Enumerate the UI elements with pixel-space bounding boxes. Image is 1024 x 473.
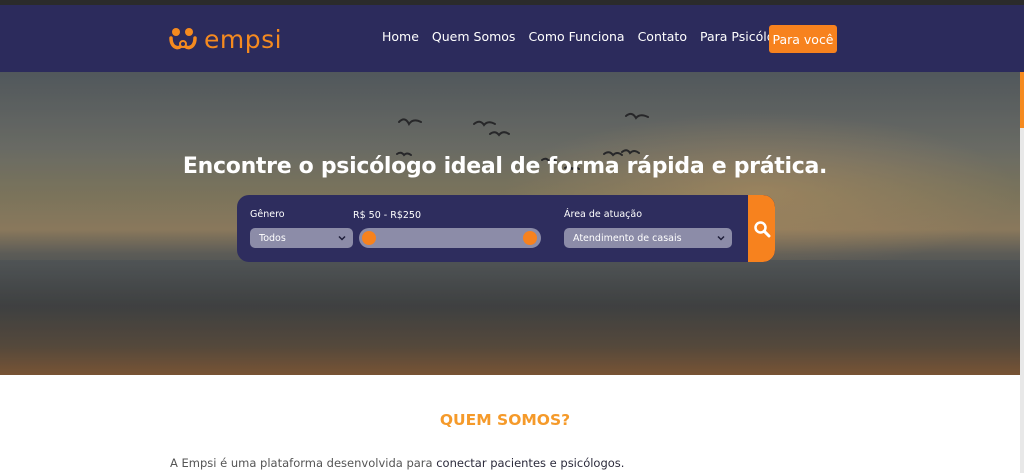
nav-home[interactable]: Home: [382, 29, 419, 44]
search-panel: Gênero Todos R$ 50 - R$250 Área de atuaç…: [237, 195, 775, 262]
navbar: empsi Home Quem Somos Como Funciona Cont…: [0, 5, 1024, 72]
area-select[interactable]: Atendimento de casais: [564, 228, 732, 248]
about-text-highlight: conectar pacientes e psicólogos.: [436, 456, 625, 470]
nav-quem-somos[interactable]: Quem Somos: [432, 29, 516, 44]
para-voce-button[interactable]: Para você: [769, 25, 837, 53]
price-min-handle[interactable]: [362, 231, 376, 245]
brand-logo[interactable]: empsi: [168, 23, 282, 55]
about-text: A Empsi é uma plataforma desenvolvida pa…: [170, 456, 624, 470]
empsi-logo-icon: [169, 28, 197, 50]
gender-label: Gênero: [250, 209, 285, 220]
gender-select[interactable]: Todos: [250, 228, 353, 248]
nav-contato[interactable]: Contato: [638, 29, 687, 44]
scrollbar-thumb[interactable]: [1020, 72, 1024, 128]
chevron-down-icon: [338, 235, 346, 241]
nav-como-funciona[interactable]: Como Funciona: [528, 29, 624, 44]
search-button[interactable]: [748, 195, 775, 262]
gender-value: Todos: [259, 232, 286, 244]
search-icon: [753, 220, 770, 237]
section-title-quem-somos: QUEM SOMOS?: [439, 411, 571, 429]
about-text-prefix: A Empsi é uma plataforma desenvolvida pa…: [170, 456, 437, 470]
chevron-down-icon: [717, 235, 725, 241]
area-value: Atendimento de casais: [573, 232, 682, 244]
scrollbar-track[interactable]: [1020, 72, 1024, 473]
main-nav: Home Quem Somos Como Funciona Contato Pa…: [382, 29, 809, 44]
price-range-track[interactable]: [359, 228, 541, 248]
area-label: Área de atuação: [564, 209, 643, 220]
brand-name: empsi: [204, 24, 283, 54]
price-range-label: R$ 50 - R$250: [353, 210, 421, 221]
hero-headline: Encontre o psicólogo ideal de forma rápi…: [182, 154, 828, 179]
price-max-handle[interactable]: [523, 231, 537, 245]
